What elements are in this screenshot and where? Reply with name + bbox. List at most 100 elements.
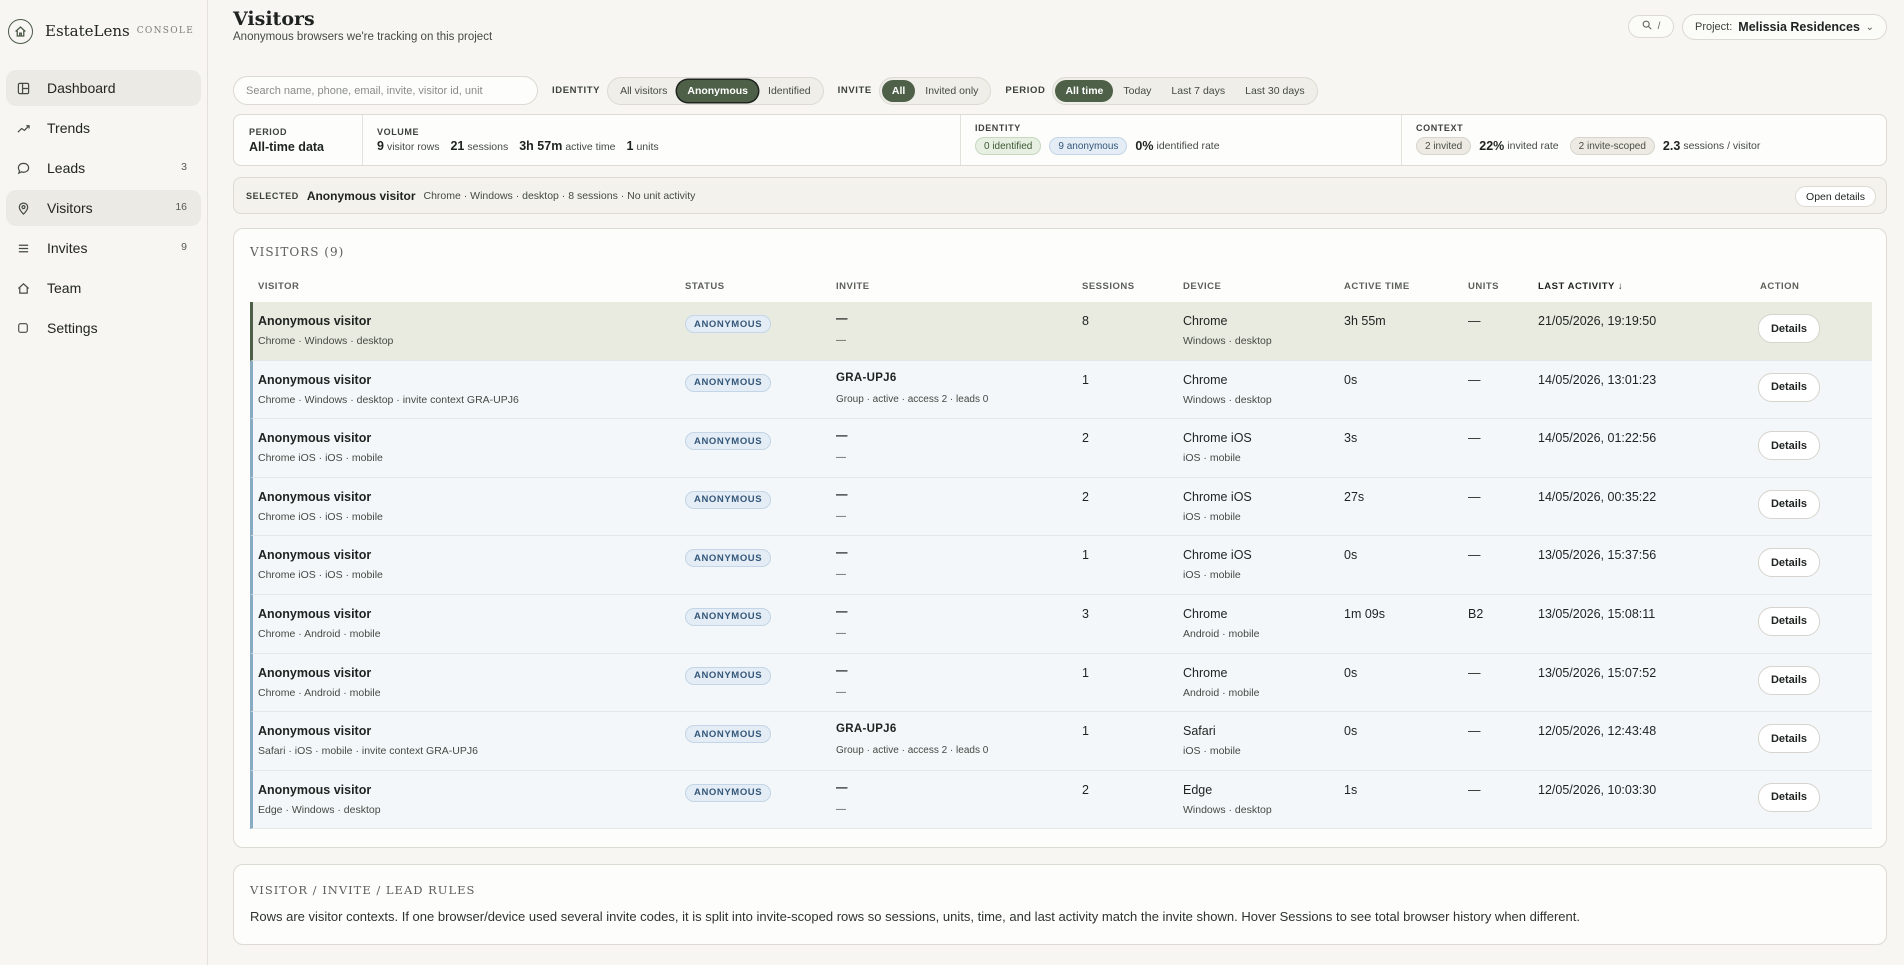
details-button[interactable]: Details: [1758, 372, 1820, 402]
invite-code: —: [836, 430, 848, 443]
column-header-last-activity[interactable]: LAST ACTIVITY ↓: [1538, 281, 1623, 292]
summary-period-value: All-time data: [249, 140, 325, 154]
sessions-count[interactable]: 1: [1082, 666, 1089, 680]
table-row[interactable]: Anonymous visitor Chrome iOS · iOS · mob…: [250, 477, 1872, 537]
table-row[interactable]: Anonymous visitor Chrome · Android · mob…: [250, 594, 1872, 654]
details-button[interactable]: Details: [1758, 606, 1820, 636]
table-row[interactable]: Anonymous visitor Edge · Windows · deskt…: [250, 770, 1872, 830]
sidebar-nav: Dashboard Trends Leads 3 Visitors 16 Inv…: [0, 70, 207, 346]
sessions-count[interactable]: 2: [1082, 431, 1089, 445]
device-platform: Windows · desktop: [1183, 803, 1272, 816]
status-badge: ANONYMOUS: [685, 490, 772, 509]
invite-detail: —: [836, 569, 846, 581]
sessions-value: 21: [450, 139, 465, 153]
sidebar-item-trends[interactable]: Trends: [6, 110, 201, 146]
column-header-active-time[interactable]: ACTIVE TIME: [1344, 281, 1410, 292]
search-icon: [1642, 20, 1652, 33]
visitor-name: Anonymous visitor: [258, 724, 372, 739]
invite-code: —: [836, 605, 848, 618]
device-browser: Chrome iOS: [1183, 489, 1252, 504]
sessions-count[interactable]: 1: [1082, 548, 1089, 562]
visitor-name: Anonymous visitor: [258, 782, 372, 797]
sessions-count[interactable]: 2: [1082, 783, 1089, 797]
active-time: 1m 09s: [1344, 606, 1385, 621]
device-platform: iOS · mobile: [1183, 510, 1241, 523]
period-option-last-7-days[interactable]: Last 7 days: [1161, 80, 1235, 102]
invite-option-all[interactable]: All: [881, 79, 916, 102]
status-badge: ANONYMOUS: [685, 607, 772, 626]
period-option-today[interactable]: Today: [1113, 80, 1161, 102]
selected-name: Anonymous visitor: [306, 188, 416, 203]
table-title: VISITORS (9): [250, 245, 345, 259]
table-row[interactable]: Anonymous visitor Chrome · Windows · des…: [250, 302, 1872, 361]
sessions-count[interactable]: 1: [1082, 373, 1089, 387]
last-activity: 13/05/2026, 15:37:56: [1538, 548, 1657, 563]
page-header: Visitors Anonymous browsers we're tracki…: [233, 0, 1887, 56]
visitor-meta: Chrome iOS · iOS · mobile: [258, 452, 383, 465]
details-button[interactable]: Details: [1758, 724, 1820, 754]
home-icon: [15, 280, 31, 296]
invite-code: —: [836, 664, 848, 677]
rules-text: Rows are visitor contexts. If one browse…: [250, 909, 1580, 924]
column-header-device[interactable]: DEVICE: [1183, 281, 1221, 292]
house-logo-icon: [8, 18, 33, 44]
identity-option-identified[interactable]: Identified: [758, 80, 821, 102]
visitor-name: Anonymous visitor: [258, 431, 372, 446]
sidebar-item-invites[interactable]: Invites 9: [6, 230, 201, 266]
invite-detail: —: [836, 452, 846, 464]
table-row[interactable]: Anonymous visitor Chrome · Windows · des…: [250, 360, 1872, 420]
column-header-visitor[interactable]: VISITOR: [258, 281, 299, 292]
table-row[interactable]: Anonymous visitor Safari · iOS · mobile …: [250, 712, 1872, 771]
invite-detail: Group · active · access 2 · leads 0: [836, 745, 989, 757]
sidebar-item-label: Leads: [47, 160, 86, 176]
table-row[interactable]: Anonymous visitor Chrome iOS · iOS · mob…: [250, 536, 1872, 595]
sidebar-item-label: Visitors: [47, 200, 93, 216]
visitor-meta: Chrome iOS · iOS · mobile: [258, 510, 383, 523]
identity-option-anonymous[interactable]: Anonymous: [677, 79, 759, 102]
brand-sub: CONSOLE: [136, 26, 195, 36]
units-unit: units: [636, 141, 659, 153]
column-header-sessions[interactable]: SESSIONS: [1082, 281, 1135, 292]
sidebar-item-leads[interactable]: Leads 3: [6, 150, 201, 186]
project-label: Project:: [1695, 21, 1733, 33]
units-value: 1: [626, 139, 634, 153]
sidebar-item-team[interactable]: Team: [6, 270, 201, 306]
search-shortcut: /: [1657, 21, 1661, 32]
sessions-count[interactable]: 2: [1082, 490, 1089, 504]
brand[interactable]: EstateLens CONSOLE: [0, 0, 207, 62]
details-button[interactable]: Details: [1758, 548, 1820, 578]
sidebar-item-count: 3: [181, 161, 187, 173]
sidebar-item-dashboard[interactable]: Dashboard: [6, 70, 201, 106]
device-browser: Chrome: [1183, 372, 1228, 387]
sidebar-item-visitors[interactable]: Visitors 16: [6, 190, 201, 226]
invite-option-invited-only[interactable]: Invited only: [915, 80, 988, 102]
period-option-last-30-days[interactable]: Last 30 days: [1235, 80, 1315, 102]
status-badge: ANONYMOUS: [685, 725, 772, 744]
column-header-status[interactable]: STATUS: [685, 281, 725, 292]
global-search-button[interactable]: /: [1628, 15, 1674, 38]
details-button[interactable]: Details: [1758, 314, 1820, 343]
units: —: [1468, 489, 1481, 504]
details-button[interactable]: Details: [1758, 431, 1820, 461]
sessions-count[interactable]: 3: [1082, 607, 1089, 621]
search-input[interactable]: [233, 76, 538, 105]
details-button[interactable]: Details: [1758, 782, 1820, 812]
table-row[interactable]: Anonymous visitor Chrome · Android · mob…: [250, 653, 1872, 713]
sidebar-item-settings[interactable]: Settings: [6, 310, 201, 346]
active-time: 3h 55m: [1344, 314, 1386, 328]
sessions-count[interactable]: 8: [1082, 314, 1089, 328]
column-header-action: ACTION: [1760, 281, 1800, 292]
context-metrics: 2 invited 22% invited rate 2 invite-scope…: [1416, 137, 1771, 155]
project-select[interactable]: Project: Melissia Residences ⌄: [1682, 14, 1887, 40]
identity-option-all[interactable]: All visitors: [610, 80, 677, 102]
open-details-button[interactable]: Open details: [1795, 186, 1876, 207]
column-header-invite[interactable]: INVITE: [836, 281, 870, 292]
sessions-count[interactable]: 1: [1082, 724, 1089, 738]
details-button[interactable]: Details: [1758, 489, 1820, 519]
anonymous-pill: 9 anonymous: [1049, 137, 1128, 155]
table-row[interactable]: Anonymous visitor Chrome iOS · iOS · mob…: [250, 419, 1872, 478]
period-option-all-time[interactable]: All time: [1055, 79, 1114, 102]
details-button[interactable]: Details: [1758, 665, 1820, 695]
brand-name: EstateLens: [45, 22, 130, 40]
column-header-units[interactable]: UNITS: [1468, 281, 1499, 292]
